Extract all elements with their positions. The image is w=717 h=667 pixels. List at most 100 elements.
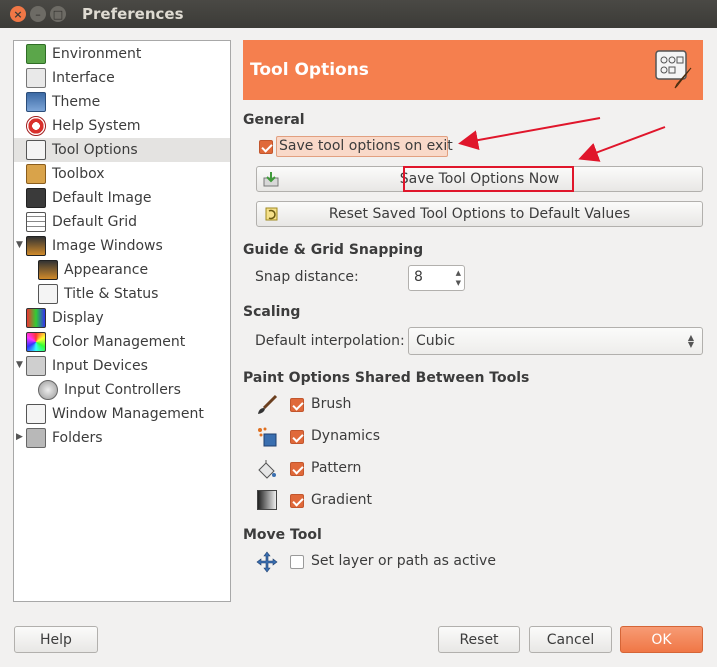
brush-label[interactable]: Brush [311, 396, 351, 412]
highlight-box [403, 166, 574, 192]
image-windows-icon [26, 236, 46, 256]
sidebar-item-default-image[interactable]: Default Image [14, 186, 230, 210]
toolbox-icon [26, 164, 46, 184]
maximize-icon[interactable]: □ [50, 6, 66, 22]
dynamics-checkbox[interactable] [290, 430, 304, 444]
annotation-arrow [458, 117, 601, 150]
brush-icon [258, 394, 278, 414]
interpolation-value: Cubic [416, 333, 456, 349]
brush-checkbox[interactable] [290, 398, 304, 412]
button-label: Reset [459, 631, 499, 648]
sidebar-item-input-devices[interactable]: Input Devices [14, 354, 230, 378]
appearance-icon [38, 260, 58, 280]
sidebar-item-toolbox[interactable]: Toolbox [14, 162, 230, 186]
annotation-arrow [578, 126, 666, 162]
interpolation-label: Default interpolation: [255, 333, 405, 349]
save-icon [263, 172, 279, 187]
button-label: OK [651, 631, 672, 648]
pattern-label[interactable]: Pattern [311, 460, 361, 476]
interface-icon [26, 68, 46, 88]
window-title: Preferences [82, 5, 184, 23]
sidebar-item-label: Tool Options [52, 142, 138, 158]
sidebar-item-tool-options[interactable]: Tool Options [14, 138, 230, 162]
gradient-label[interactable]: Gradient [311, 492, 372, 508]
cancel-button[interactable]: Cancel [529, 626, 612, 653]
window-management-icon [26, 404, 46, 424]
section-banner: Tool Options [243, 40, 703, 100]
input-devices-icon [26, 356, 46, 376]
reset-button[interactable]: Reset [438, 626, 520, 653]
sidebar-item-label: Environment [52, 46, 142, 62]
tool-options-icon [655, 50, 692, 89]
sidebar-item-help-system[interactable]: Help System [14, 114, 230, 138]
pattern-checkbox[interactable] [290, 462, 304, 476]
color-management-icon [26, 332, 46, 352]
title-status-icon [38, 284, 58, 304]
sidebar-item-label: Display [52, 310, 104, 326]
sidebar-item-label: Title & Status [64, 286, 159, 302]
save-on-exit-checkbox[interactable] [259, 140, 273, 154]
default-image-icon [26, 188, 46, 208]
sidebar-item-label: Help System [52, 118, 141, 134]
scaling-heading: Scaling [243, 304, 301, 320]
increment-icon[interactable]: ▲ [456, 269, 461, 277]
sidebar-item-input-controllers[interactable]: Input Controllers [14, 378, 230, 402]
move-tool-heading: Move Tool [243, 527, 322, 543]
move-icon [256, 551, 278, 573]
sidebar-item-label: Appearance [64, 262, 149, 278]
interpolation-select[interactable]: Cubic ▲ ▼ [408, 327, 703, 355]
sidebar-item-label: Default Grid [52, 214, 137, 230]
sidebar-item-label: Color Management [52, 334, 186, 350]
set-layer-active-checkbox[interactable] [290, 555, 304, 569]
dynamics-icon [258, 427, 277, 447]
reset-icon [265, 207, 278, 221]
paint-options-heading: Paint Options Shared Between Tools [243, 370, 530, 386]
sidebar-item-folders[interactable]: Folders [14, 426, 230, 450]
set-layer-active-label[interactable]: Set layer or path as active [311, 553, 496, 569]
sidebar-item-environment[interactable]: Environment [14, 42, 230, 66]
close-icon[interactable]: × [10, 6, 26, 22]
sidebar-item-display[interactable]: Display [14, 306, 230, 330]
theme-icon [26, 92, 46, 112]
snap-distance-value[interactable]: 8 [414, 269, 423, 285]
sidebar-item-appearance[interactable]: Appearance [14, 258, 230, 282]
sidebar-item-label: Input Devices [52, 358, 148, 374]
minimize-icon[interactable]: – [30, 6, 46, 22]
dynamics-label[interactable]: Dynamics [311, 428, 380, 444]
reset-saved-tool-options-button[interactable]: Reset Saved Tool Options to Default Valu… [256, 201, 703, 227]
display-icon [26, 308, 46, 328]
folders-icon [26, 428, 46, 448]
sidebar-item-label: Folders [52, 430, 103, 446]
preferences-category-list[interactable]: Environment Interface Theme Help System … [13, 40, 231, 602]
help-system-icon [26, 116, 46, 136]
sidebar-item-label: Theme [52, 94, 101, 110]
sidebar-item-label: Window Management [52, 406, 204, 422]
gradient-checkbox[interactable] [290, 494, 304, 508]
sidebar-item-interface[interactable]: Interface [14, 66, 230, 90]
environment-icon [26, 44, 46, 64]
sidebar-item-title-status[interactable]: Title & Status [14, 282, 230, 306]
sidebar-item-color-management[interactable]: Color Management [14, 330, 230, 354]
sidebar-item-theme[interactable]: Theme [14, 90, 230, 114]
combo-arrows-icon: ▲ ▼ [687, 333, 694, 349]
ok-button[interactable]: OK [620, 626, 703, 653]
input-controllers-icon [38, 380, 58, 400]
save-on-exit-label[interactable]: Save tool options on exit [279, 138, 453, 154]
sidebar-item-label: Interface [52, 70, 115, 86]
pattern-icon [258, 460, 276, 479]
help-button[interactable]: Help [14, 626, 98, 653]
button-label: Cancel [546, 631, 595, 648]
sidebar-item-label: Image Windows [52, 238, 163, 254]
sidebar-item-image-windows[interactable]: Image Windows [14, 234, 230, 258]
button-label: Help [40, 631, 72, 648]
title-bar: × – □ Preferences [0, 0, 717, 28]
page-title: Tool Options [250, 60, 369, 80]
general-heading: General [243, 112, 305, 128]
decrement-icon[interactable]: ▼ [456, 279, 461, 287]
snap-distance-stepper[interactable]: 8 ▲ ▼ [408, 265, 465, 291]
sidebar-item-window-management[interactable]: Window Management [14, 402, 230, 426]
default-grid-icon [26, 212, 46, 232]
sidebar-item-label: Input Controllers [64, 382, 181, 398]
snapping-heading: Guide & Grid Snapping [243, 242, 424, 258]
sidebar-item-default-grid[interactable]: Default Grid [14, 210, 230, 234]
